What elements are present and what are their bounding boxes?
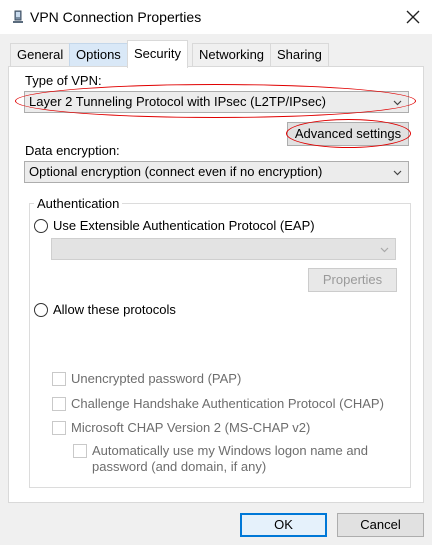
- ok-button[interactable]: OK: [240, 513, 327, 537]
- vpn-network-icon: [13, 10, 23, 23]
- advanced-settings-button[interactable]: Advanced settings: [287, 122, 409, 146]
- properties-button: Properties: [308, 268, 397, 292]
- data-encryption-label: Data encryption:: [25, 143, 120, 158]
- data-encryption-value: Optional encryption (connect even if no …: [29, 164, 323, 179]
- allow-protocols-label[interactable]: Allow these protocols: [53, 302, 176, 317]
- data-encryption-dropdown[interactable]: Optional encryption (connect even if no …: [24, 161, 409, 183]
- mschap-checkbox: [52, 421, 66, 435]
- vpn-type-value: Layer 2 Tunneling Protocol with IPsec (L…: [29, 94, 326, 109]
- auto-logon-checkbox: [73, 444, 87, 458]
- auto-logon-label-line2: password (and domain, if any): [92, 459, 267, 474]
- chap-checkbox: [52, 397, 66, 411]
- tab-security[interactable]: Security: [127, 40, 188, 68]
- tab-general[interactable]: General: [10, 43, 71, 67]
- tab-networking[interactable]: Networking: [192, 43, 272, 67]
- chevron-down-icon: [393, 170, 402, 176]
- allow-protocols-radio[interactable]: [34, 303, 48, 317]
- mschap-label: Microsoft CHAP Version 2 (MS-CHAP v2): [71, 420, 311, 435]
- close-icon: [406, 10, 420, 24]
- chevron-down-icon: [380, 247, 389, 253]
- tab-sharing[interactable]: Sharing: [270, 43, 329, 67]
- chevron-down-icon: [393, 100, 402, 106]
- eap-radio[interactable]: [34, 219, 48, 233]
- close-button[interactable]: [398, 4, 428, 30]
- vpn-type-label: Type of VPN:: [25, 73, 102, 88]
- eap-label[interactable]: Use Extensible Authentication Protocol (…: [53, 218, 315, 233]
- vpn-type-dropdown[interactable]: Layer 2 Tunneling Protocol with IPsec (L…: [24, 91, 409, 113]
- authentication-title: Authentication: [34, 196, 123, 211]
- auto-logon-label-line1: Automatically use my Windows logon name …: [92, 443, 369, 458]
- cancel-button[interactable]: Cancel: [337, 513, 424, 537]
- chap-label: Challenge Handshake Authentication Proto…: [71, 396, 384, 411]
- window-title: VPN Connection Properties: [30, 9, 202, 25]
- eap-method-dropdown: [51, 238, 396, 260]
- pap-label: Unencrypted password (PAP): [71, 371, 242, 386]
- pap-checkbox: [52, 372, 66, 386]
- tab-options[interactable]: Options: [69, 43, 128, 67]
